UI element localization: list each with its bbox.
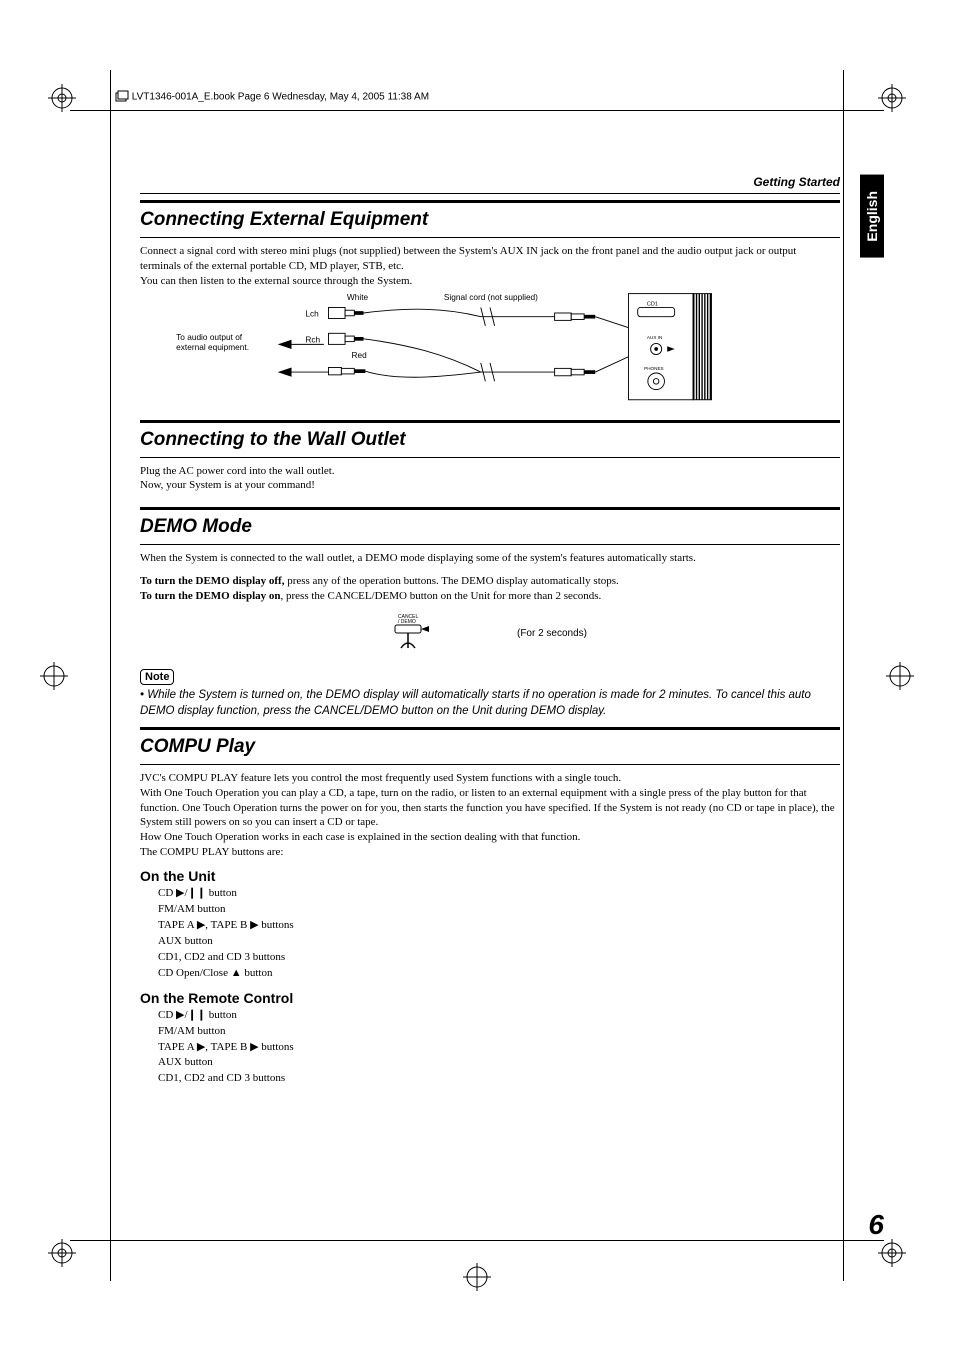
demo-on-rest: , press the CANCEL/DEMO button on the Un…: [281, 590, 602, 602]
list-item: FM/AM button: [158, 1024, 840, 1040]
demo-off-line: To turn the DEMO display off, press any …: [140, 574, 840, 589]
demo-intro: When the System is connected to the wall…: [140, 551, 840, 566]
right-hairline: [843, 70, 844, 1281]
wall-outlet-paragraph: Plug the AC power cord into the wall out…: [140, 464, 840, 494]
registration-mark-right: [886, 662, 914, 690]
section-title-connecting-external: Connecting External Equipment: [140, 200, 840, 231]
svg-text:White: White: [347, 292, 369, 302]
list-item: AUX button: [158, 1055, 840, 1071]
left-hairline: [110, 70, 111, 1281]
on-unit-heading: On the Unit: [140, 868, 840, 884]
cancel-demo-illustration: CANCEL / DEMO (For 2 seconds): [140, 610, 840, 655]
registration-mark-bl: [48, 1239, 76, 1267]
book-header-text: LVT1346-001A_E.book Page 6 Wednesday, Ma…: [132, 92, 429, 103]
svg-text:Red: Red: [352, 350, 368, 360]
compu-paragraph: JVC's COMPU PLAY feature lets you contro…: [140, 771, 840, 860]
list-item: CD Open/Close ▲ button: [158, 966, 840, 982]
svg-text:Lch: Lch: [305, 308, 319, 318]
demo-on-bold: To turn the DEMO display on: [140, 590, 281, 602]
list-item: CD ▶/❙❙ button: [158, 1008, 840, 1024]
on-remote-list: CD ▶/❙❙ button FM/AM button TAPE A ▶, TA…: [158, 1008, 840, 1088]
section-title-compu-play: COMPU Play: [140, 727, 840, 758]
list-item: TAPE A ▶, TAPE B ▶ buttons: [158, 1040, 840, 1056]
top-hairline: [70, 110, 884, 111]
registration-mark-left: [40, 662, 68, 690]
running-header: Getting Started: [140, 175, 840, 189]
demo-off-rest: press any of the operation buttons. The …: [284, 575, 618, 587]
note-body: • While the System is turned on, the DEM…: [140, 687, 840, 719]
bottom-hairline: [70, 1240, 884, 1241]
connecting-external-paragraph: Connect a signal cord with stereo mini p…: [140, 244, 840, 289]
language-tab: English: [860, 175, 884, 258]
svg-text:Rch: Rch: [305, 334, 320, 344]
svg-text:external equipment.: external equipment.: [176, 341, 249, 351]
demo-on-line: To turn the DEMO display on, press the C…: [140, 589, 840, 604]
svg-text:Signal cord (not supplied): Signal cord (not supplied): [444, 292, 538, 302]
section-title-wall-outlet: Connecting to the Wall Outlet: [140, 420, 840, 451]
registration-mark-tl: [48, 84, 76, 112]
registration-mark-tr: [878, 84, 906, 112]
svg-text:PHONES: PHONES: [644, 366, 663, 371]
page-number: 6: [868, 1209, 884, 1241]
list-item: AUX button: [158, 934, 840, 950]
list-item: TAPE A ▶, TAPE B ▶ buttons: [158, 918, 840, 934]
list-item: CD1, CD2 and CD 3 buttons: [158, 950, 840, 966]
on-remote-heading: On the Remote Control: [140, 990, 840, 1006]
book-header: LVT1346-001A_E.book Page 6 Wednesday, Ma…: [115, 90, 429, 104]
registration-mark-br: [878, 1239, 906, 1267]
note-label: Note: [140, 669, 174, 685]
svg-text:AUX IN: AUX IN: [647, 334, 662, 339]
on-unit-list: CD ▶/❙❙ button FM/AM button TAPE A ▶, TA…: [158, 886, 840, 982]
demo-off-bold: To turn the DEMO display off,: [140, 575, 284, 587]
page-content: Getting Started Connecting External Equi…: [140, 175, 840, 1091]
list-item: CD1, CD2 and CD 3 buttons: [158, 1071, 840, 1087]
aux-connection-diagram: To audio output of external equipment. L…: [140, 289, 840, 409]
section-title-demo-mode: DEMO Mode: [140, 507, 840, 538]
list-item: CD ▶/❙❙ button: [158, 886, 840, 902]
for-2-seconds: (For 2 seconds): [517, 628, 587, 639]
svg-text:/ DEMO: / DEMO: [398, 619, 416, 625]
svg-text:To audio output of: To audio output of: [176, 331, 243, 341]
registration-mark-bottom: [463, 1263, 491, 1291]
svg-text:CD1: CD1: [647, 301, 658, 307]
list-item: FM/AM button: [158, 902, 840, 918]
